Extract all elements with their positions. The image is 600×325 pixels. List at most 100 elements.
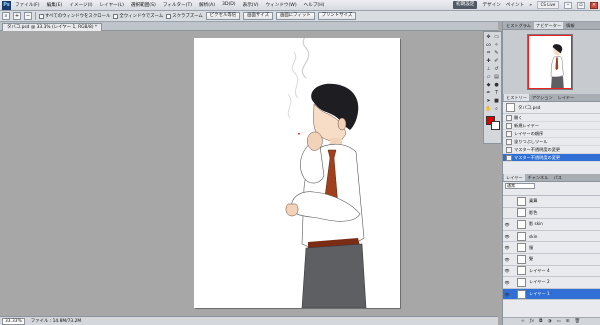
zoom-in-icon[interactable]: + [13, 12, 21, 20]
menu-image[interactable]: イメージ(I) [69, 2, 92, 8]
layer-thumbnail [517, 231, 526, 241]
workspace-design[interactable]: デザイン [482, 2, 500, 8]
document-tab[interactable]: タバコ.psd @ 33.3% (レイヤー 1, RGB/8) * [2, 23, 103, 31]
layer-row[interactable]: 乗算 [503, 196, 600, 208]
brush-tool-icon[interactable]: ✐ [493, 58, 500, 65]
marquee-tool-icon[interactable]: ▭ [493, 34, 500, 41]
zoom-tool-icon[interactable]: ⌕ [2, 12, 10, 20]
layer-row[interactable]: 👁 レイヤー 2 [503, 277, 600, 289]
crop-tool-icon[interactable]: ⌗ [485, 50, 492, 57]
tab-paths[interactable]: パス [551, 174, 563, 181]
healing-tool-icon[interactable]: ✚ [485, 58, 492, 65]
zoom-out-icon[interactable]: − [24, 12, 32, 20]
hand-tool-icon[interactable]: ✋ [485, 106, 492, 113]
workspace-more[interactable]: » [529, 3, 532, 8]
lasso-tool-icon[interactable]: ᔕ [485, 42, 492, 49]
visibility-eye-icon[interactable]: 👁 [503, 280, 511, 285]
workspace-essentials[interactable]: 初期設定 [453, 1, 478, 9]
path-select-tool-icon[interactable]: ➤ [485, 98, 492, 105]
layer-list: 乗算 影色 👁 影 skin 👁 skin 👁 服 👁 髪 👁 レイヤー 4 👁 レイヤー 2 👁 レイヤー … [503, 196, 600, 301]
eyedropper-tool-icon[interactable]: ✎ [493, 50, 500, 57]
zoom-all-windows-checkbox[interactable]: 全ウィンドウでズーム [113, 13, 163, 19]
delete-layer-icon[interactable]: 🗑 [575, 319, 581, 324]
history-brush-tool-icon[interactable]: ↺ [493, 66, 500, 73]
menu-select[interactable]: 選択範囲(S) [131, 2, 156, 8]
eraser-tool-icon[interactable]: ▱ [485, 74, 492, 81]
new-group-icon[interactable]: ▭ [557, 319, 561, 324]
dodge-tool-icon[interactable]: ● [493, 82, 500, 89]
fit-screen-button[interactable]: 画面サイズ [243, 12, 273, 20]
layer-row[interactable]: 影色 [503, 208, 600, 220]
document-canvas[interactable] [194, 38, 400, 308]
adjustment-layer-icon[interactable]: ◑ [548, 319, 552, 324]
magic-wand-tool-icon[interactable]: ✧ [493, 42, 500, 49]
menu-file[interactable]: ファイル(F) [15, 2, 40, 8]
history-item[interactable]: 塗りつぶしツール [503, 138, 600, 146]
tab-history[interactable]: ヒストリー [504, 94, 529, 101]
scroll-all-windows-checkbox[interactable]: すべてのウィンドウをスクロール [39, 13, 110, 19]
layer-style-icon[interactable]: ƒx [530, 319, 534, 324]
add-mask-icon[interactable]: ◘ [539, 319, 543, 324]
layer-name: レイヤー 1 [529, 291, 550, 297]
move-tool-icon[interactable]: ✥ [485, 34, 492, 41]
layer-row[interactable]: 👁 髪 [503, 254, 600, 266]
tab-navigator[interactable]: ナビゲーター [534, 22, 564, 29]
visibility-eye-icon[interactable]: 👁 [503, 245, 511, 250]
navigator-thumbnail[interactable] [527, 34, 573, 90]
blur-tool-icon[interactable]: ◆ [485, 82, 492, 89]
stamp-tool-icon[interactable]: ⊥ [485, 66, 492, 73]
tab-actions[interactable]: アクション [530, 94, 555, 101]
visibility-eye-icon[interactable]: 👁 [503, 257, 511, 262]
cs-live-button[interactable]: CS Live [537, 1, 559, 9]
canvas-area[interactable] [0, 31, 498, 316]
visibility-eye-icon[interactable]: 👁 [503, 292, 511, 297]
type-tool-icon[interactable]: T [493, 90, 500, 97]
layer-row[interactable]: 👁 レイヤー 4 [503, 266, 600, 278]
history-item[interactable]: マスター不透明度の変更 [503, 146, 600, 154]
background-color-swatch[interactable] [491, 121, 500, 130]
layer-row[interactable]: 👁 服 [503, 242, 600, 254]
tab-histogram[interactable]: ヒストグラム [504, 22, 533, 29]
menu-3d[interactable]: 3D(D) [222, 2, 236, 8]
close-icon[interactable]: × [590, 1, 598, 9]
menu-help[interactable]: ヘルプ(H) [304, 2, 325, 8]
menu-view[interactable]: 表示(V) [243, 2, 259, 8]
minimize-icon[interactable]: – [564, 1, 572, 9]
navigator-view-box[interactable] [528, 35, 572, 89]
menu-filter[interactable]: フィルター(T) [163, 2, 192, 8]
layer-row[interactable]: 👁 影 skin [503, 219, 600, 231]
scrubby-zoom-checkbox[interactable]: スクラブズーム [166, 13, 203, 19]
history-item-label: 新規レイヤー [514, 122, 539, 128]
new-layer-icon[interactable]: ⊞ [566, 319, 570, 324]
history-item-active[interactable]: マスター不透明度の変更 [503, 154, 600, 162]
fill-screen-button[interactable]: 画面にフィット [275, 12, 315, 20]
layer-row[interactable]: 👁 レイヤー 1 [503, 288, 600, 301]
menu-analysis[interactable]: 解析(A) [199, 2, 215, 8]
workspace-paint[interactable]: ペイント [506, 2, 524, 8]
history-item[interactable]: 開く [503, 114, 600, 122]
actual-pixels-button[interactable]: ピクセル等倍 [205, 12, 241, 20]
tab-layers-mini[interactable]: レイヤー [556, 94, 577, 101]
link-layers-icon[interactable]: ∞ [521, 319, 525, 324]
visibility-eye-icon[interactable]: 👁 [503, 234, 511, 239]
print-size-button[interactable]: プリントサイズ [317, 12, 357, 20]
tab-channels[interactable]: チャンネル [526, 174, 551, 181]
tab-layers[interactable]: レイヤー [504, 174, 525, 181]
menu-edit[interactable]: 編集(E) [47, 2, 63, 8]
blend-mode-select[interactable]: 通常 [505, 183, 535, 189]
layer-row[interactable]: 👁 skin [503, 231, 600, 243]
visibility-eye-icon[interactable]: 👁 [503, 268, 511, 273]
tab-info[interactable]: 情報 [564, 22, 576, 29]
shape-tool-icon[interactable]: ■ [493, 98, 500, 105]
history-item[interactable]: レイヤーの順序 [503, 130, 600, 138]
visibility-eye-icon[interactable]: 👁 [503, 222, 511, 227]
gradient-tool-icon[interactable]: ▤ [493, 74, 500, 81]
menu-layer[interactable]: レイヤー(L) [100, 2, 124, 8]
pen-tool-icon[interactable]: ✒ [485, 90, 492, 97]
maximize-icon[interactable]: ▫ [577, 1, 585, 9]
zoom-level-field[interactable]: 33.33% [2, 317, 25, 325]
menu-window[interactable]: ウィンドウ(W) [266, 2, 297, 8]
history-item[interactable]: 新規レイヤー [503, 122, 600, 130]
zoom-tool-panel-icon[interactable]: ⌕ [493, 106, 500, 113]
history-snapshot[interactable]: タバコ.psd [503, 102, 600, 114]
